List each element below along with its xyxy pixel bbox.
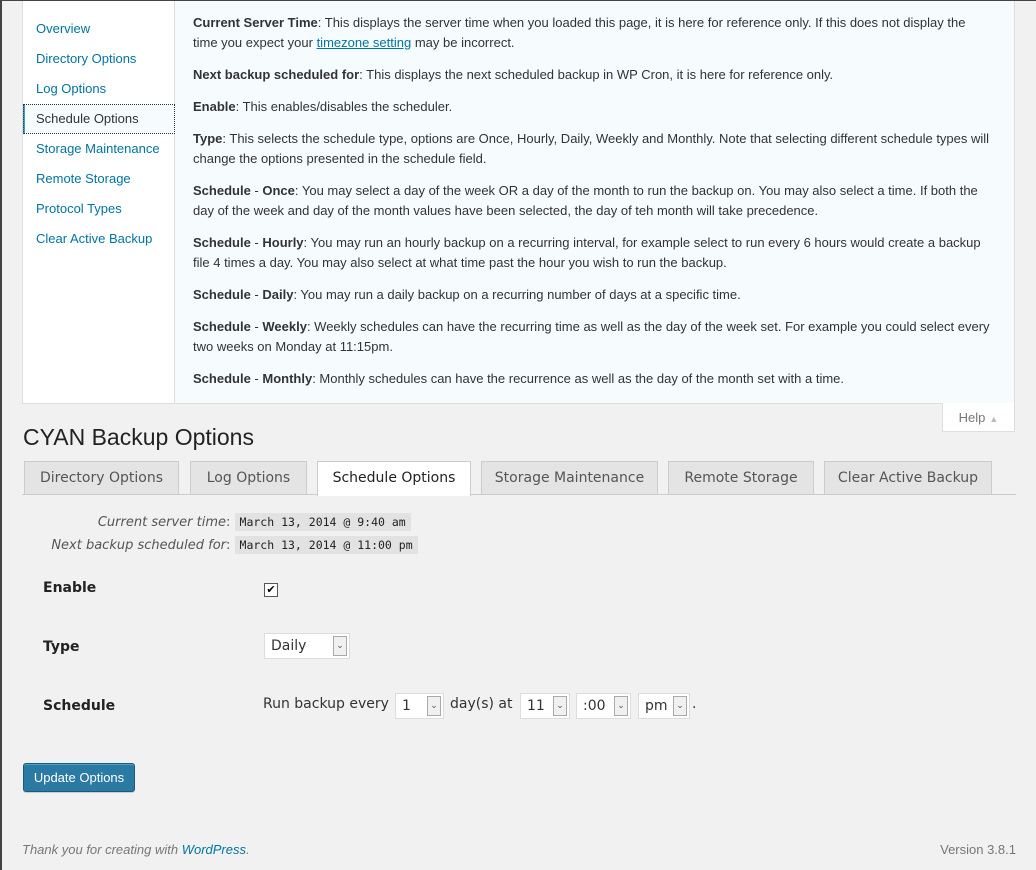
help-term: Current Server Time [193,15,318,30]
chevron-down-icon: ⌄ [333,636,347,656]
tab-clear-active-backup[interactable]: Clear Active Backup [824,461,992,494]
chevron-down-icon: ⌄ [614,696,628,716]
help-para-current-server-time: Current Server Time: This displays the s… [193,13,993,53]
help-para-type: Type: This selects the schedule type, op… [193,129,993,169]
help-term: Next backup scheduled for [193,67,360,82]
help-term: Schedule - Daily [193,287,294,302]
colon: : [226,538,231,553]
footer-thanks: Thank you for creating with WordPress. [22,842,250,857]
help-para-schedule-daily: Schedule - Daily: You may run a daily ba… [193,285,993,305]
help-text: may be incorrect. [411,35,515,50]
ampm-select[interactable]: pm ⌄ [638,693,690,719]
days-at-text: day(s) at [450,696,513,712]
run-every-text: Run backup every [263,696,389,712]
contextual-help-panel: Overview Directory Options Log Options S… [22,1,1015,404]
footer-thanks-text: Thank you for creating with [22,842,182,857]
enable-label: Enable [43,580,97,596]
help-toggle-button[interactable]: Help ▲ [942,403,1015,432]
help-tab-protocol-types[interactable]: Protocol Types [23,194,174,224]
help-term: Schedule - Hourly [193,235,304,250]
tab-directory-options[interactable]: Directory Options [24,461,179,494]
hour-select[interactable]: 11 ⌄ [520,693,570,719]
tab-log-options[interactable]: Log Options [190,461,307,494]
timezone-setting-link[interactable]: timezone setting [317,35,412,50]
page-title: CYAN Backup Options [23,424,254,450]
window-left-border [0,0,2,870]
help-tab-clear-active-backup[interactable]: Clear Active Backup [23,224,174,254]
type-select[interactable]: Daily ⌄ [264,633,350,659]
type-label: Type [43,639,80,655]
chevron-down-icon: ⌄ [673,696,687,716]
help-tab-directory-options[interactable]: Directory Options [23,44,174,74]
help-text: : Monthly schedules can have the recurre… [312,371,845,386]
tab-remote-storage[interactable]: Remote Storage [668,461,814,494]
help-tab-log-options[interactable]: Log Options [23,74,174,104]
minute-select[interactable]: :00 ⌄ [576,693,631,719]
footer-version: Version 3.8.1 [940,842,1016,857]
help-text: : This enables/disables the scheduler. [235,99,453,114]
help-tab-schedule-options[interactable]: Schedule Options [23,104,175,134]
period-text: . [692,696,697,712]
help-tab-storage-maintenance[interactable]: Storage Maintenance [23,134,174,164]
tab-schedule-options[interactable]: Schedule Options [317,461,471,496]
help-term: Schedule - Monthly [193,371,313,386]
next-backup-row: Next backup scheduled for: March 13, 201… [42,536,418,554]
colon: : [226,515,231,530]
update-options-button[interactable]: Update Options [23,763,135,792]
options-tabs: Directory Options Log Options Schedule O… [22,460,1016,496]
help-text: : This selects the schedule type, option… [193,131,990,166]
schedule-label: Schedule [43,698,116,714]
ampm-select-value: pm [645,698,668,714]
days-select-value: 1 [402,698,411,714]
caret-up-icon: ▲ [989,414,999,424]
help-term: Type [193,131,223,146]
help-tabs: Overview Directory Options Log Options S… [23,1,175,403]
tab-storage-maintenance[interactable]: Storage Maintenance [481,461,658,494]
help-para-schedule-monthly: Schedule - Monthly: Monthly schedules ca… [193,369,993,389]
help-text: : You may run a daily backup on a recurr… [293,287,741,302]
current-server-time-row: Current server time: March 13, 2014 @ 9:… [42,513,411,531]
help-text: : This displays the next scheduled backu… [359,67,834,82]
help-content: Current Server Time: This displays the s… [193,13,993,401]
current-server-time-value: March 13, 2014 @ 9:40 am [234,513,411,531]
help-text: : You may run an hourly backup on a recu… [193,235,981,270]
help-tab-overview[interactable]: Overview [23,14,174,44]
help-term: Schedule - Once [193,183,295,198]
help-term: Schedule - Weekly [193,319,307,334]
help-term: Enable [193,99,236,114]
next-backup-label: Next backup scheduled for [51,538,226,553]
help-para-schedule-weekly: Schedule - Weekly: Weekly schedules can … [193,317,993,357]
help-para-enable: Enable: This enables/disables the schedu… [193,97,993,117]
type-select-value: Daily [271,638,307,654]
help-tab-remote-storage[interactable]: Remote Storage [23,164,174,194]
chevron-down-icon: ⌄ [427,696,441,716]
next-backup-value: March 13, 2014 @ 11:00 pm [234,536,418,554]
wordpress-link[interactable]: WordPress [182,842,246,857]
chevron-down-icon: ⌄ [553,696,567,716]
current-server-time-label: Current server time [97,515,226,530]
days-select[interactable]: 1 ⌄ [395,693,444,719]
hour-select-value: 11 [527,698,545,714]
help-para-next-backup: Next backup scheduled for: This displays… [193,65,993,85]
help-text: : You may select a day of the week OR a … [193,183,978,218]
help-para-schedule-once: Schedule - Once: You may select a day of… [193,181,993,221]
help-toggle-label: Help [958,410,986,425]
help-text: : Weekly schedules can have the recurrin… [193,319,990,354]
enable-checkbox[interactable]: ✔ [264,583,278,597]
help-para-schedule-hourly: Schedule - Hourly: You may run an hourly… [193,233,993,273]
minute-select-value: :00 [583,698,606,714]
footer-period: . [246,842,250,857]
